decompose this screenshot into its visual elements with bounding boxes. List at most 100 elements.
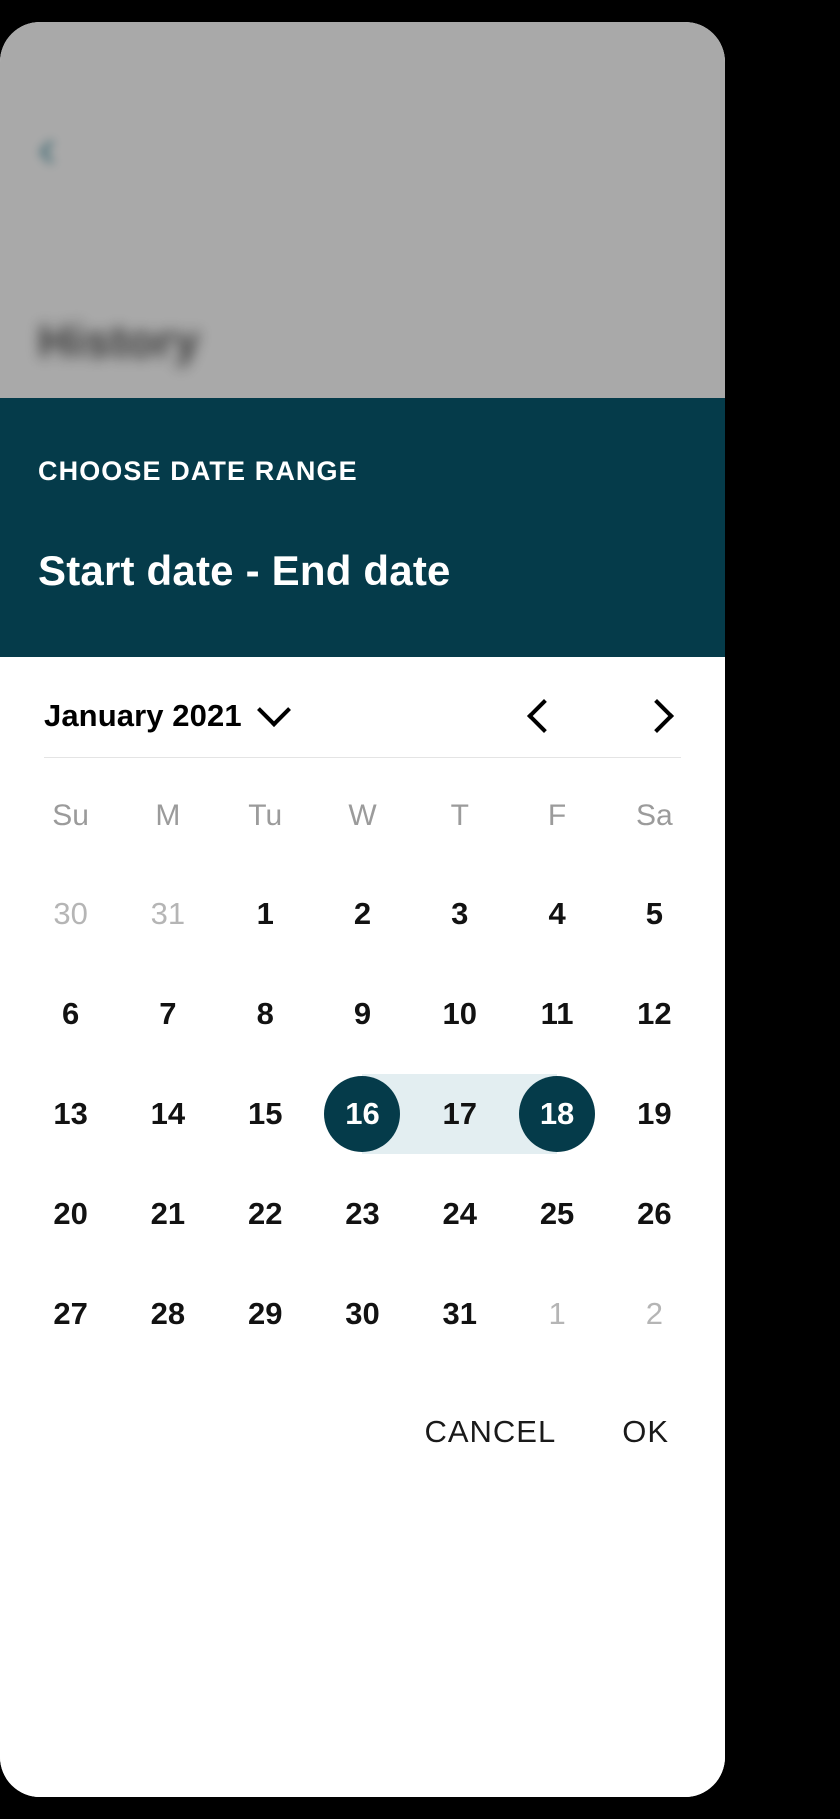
calendar-day[interactable]: 29 [227, 1276, 303, 1352]
calendar-day[interactable]: 18 [519, 1076, 596, 1152]
calendar-day-cell[interactable]: 24 [411, 1164, 508, 1264]
weekday-header-row: Su M Tu W T F Sa [22, 768, 703, 864]
calendar-day[interactable]: 25 [519, 1176, 595, 1252]
calendar-day[interactable]: 14 [130, 1076, 206, 1152]
weekday-label: Su [52, 799, 89, 832]
calendar-day-cell[interactable]: 2 [606, 1264, 703, 1364]
chevron-right-icon[interactable] [639, 695, 681, 737]
calendar-day[interactable]: 1 [227, 876, 303, 952]
calendar-day[interactable]: 2 [324, 876, 400, 952]
calendar-day[interactable]: 28 [130, 1276, 206, 1352]
calendar-day[interactable]: 9 [324, 976, 400, 1052]
calendar-day[interactable]: 27 [33, 1276, 109, 1352]
calendar-day[interactable]: 8 [227, 976, 303, 1052]
calendar-day[interactable]: 30 [324, 1276, 400, 1352]
calendar-day-cell[interactable]: 21 [119, 1164, 216, 1264]
calendar-day-cell[interactable]: 10 [411, 964, 508, 1064]
month-year-dropdown[interactable]: January 2021 [44, 692, 291, 734]
calendar-day[interactable]: 10 [422, 976, 498, 1052]
calendar-day-cell[interactable]: 14 [119, 1064, 216, 1164]
calendar-day-cell[interactable]: 25 [508, 1164, 605, 1264]
dialog-footer: CANCEL OK [0, 1364, 725, 1460]
calendar-day[interactable]: 12 [616, 976, 692, 1052]
calendar-day[interactable]: 7 [130, 976, 206, 1052]
calendar-day-cell[interactable]: 29 [217, 1264, 314, 1364]
calendar-day[interactable]: 30 [33, 876, 109, 952]
calendar-day-cell[interactable]: 23 [314, 1164, 411, 1264]
calendar-day[interactable]: 16 [324, 1076, 401, 1152]
calendar-day-cell[interactable]: 11 [508, 964, 605, 1064]
calendar-day-cell[interactable]: 16 [314, 1064, 412, 1164]
weekday-label: M [155, 799, 181, 832]
calendar-day-cell[interactable]: 31 [119, 864, 216, 964]
calendar-day-cell[interactable]: 2 [314, 864, 411, 964]
weekday-label: F [547, 799, 567, 832]
weekday-label: Tu [248, 799, 283, 832]
calendar-day[interactable]: 23 [324, 1176, 400, 1252]
calendar-day-cell[interactable]: 20 [22, 1164, 119, 1264]
calendar-day-cell[interactable]: 22 [217, 1164, 314, 1264]
calendar-day-cell[interactable]: 18 [508, 1064, 605, 1164]
calendar-day-cell[interactable]: 13 [22, 1064, 119, 1164]
calendar-week-row: 30 31 1 2 3 4 5 [22, 864, 703, 964]
calendar-week-row: 20 21 22 23 24 25 26 [22, 1164, 703, 1264]
weekday-label: W [348, 799, 377, 832]
calendar-day[interactable]: 17 [422, 1076, 498, 1152]
ok-button[interactable]: OK [618, 1404, 673, 1460]
phone-frame: ‹ History CHOOSE DATE RANGE Start date -… [0, 0, 840, 1819]
calendar-day[interactable]: 24 [422, 1176, 498, 1252]
phone-screen: ‹ History CHOOSE DATE RANGE Start date -… [0, 22, 725, 1797]
calendar-day[interactable]: 13 [33, 1076, 109, 1152]
calendar-day-cell[interactable]: 12 [606, 964, 703, 1064]
calendar-day[interactable]: 31 [130, 876, 206, 952]
calendar-day-cell[interactable]: 26 [606, 1164, 703, 1264]
back-arrow-icon: ‹ [38, 118, 56, 178]
calendar-day[interactable]: 3 [422, 876, 498, 952]
calendar-day-cell[interactable]: 19 [606, 1064, 703, 1164]
calendar-week-row: 27 28 29 30 31 1 2 [22, 1264, 703, 1364]
weekday-label: Sa [635, 799, 673, 832]
calendar-day[interactable]: 22 [227, 1176, 303, 1252]
calendar-day-cell[interactable]: 28 [119, 1264, 216, 1364]
dialog-header: CHOOSE DATE RANGE Start date - End date [0, 398, 725, 657]
month-year-label: January 2021 [44, 698, 242, 733]
calendar-day[interactable]: 15 [227, 1076, 303, 1152]
calendar-day[interactable]: 31 [422, 1276, 498, 1352]
calendar-day-cell[interactable]: 6 [22, 964, 119, 1064]
calendar-day-cell[interactable]: 30 [314, 1264, 411, 1364]
calendar-day[interactable]: 21 [130, 1176, 206, 1252]
calendar-day-cell[interactable]: 7 [119, 964, 216, 1064]
calendar-day-cell[interactable]: 4 [508, 864, 605, 964]
calendar-day-cell[interactable]: 31 [411, 1264, 508, 1364]
calendar-day[interactable]: 1 [519, 1276, 595, 1352]
calendar-day[interactable]: 2 [616, 1276, 692, 1352]
backdrop-page-title: History [38, 315, 200, 367]
date-range-picker-dialog: CHOOSE DATE RANGE Start date - End date … [0, 398, 725, 1797]
month-navigation-bar: January 2021 [44, 675, 681, 757]
calendar-day-cell[interactable]: 3 [411, 864, 508, 964]
month-nav-buttons [519, 695, 681, 737]
chevron-down-icon[interactable] [256, 692, 291, 727]
calendar-day-cell[interactable]: 15 [217, 1064, 314, 1164]
calendar-day-cell[interactable]: 27 [22, 1264, 119, 1364]
calendar-weeks: 30 31 1 2 3 4 5 6 7 8 9 10 11 12 13 14 15 16 17 18 19 20 21 22 2… [22, 864, 703, 1364]
calendar-day[interactable]: 4 [519, 876, 595, 952]
cancel-button[interactable]: CANCEL [420, 1404, 560, 1460]
calendar-day[interactable]: 20 [33, 1176, 109, 1252]
calendar-day-cell[interactable]: 5 [606, 864, 703, 964]
dialog-title: Start date - End date [38, 547, 451, 594]
chevron-left-icon[interactable] [519, 695, 561, 737]
calendar-day-cell[interactable]: 1 [508, 1264, 605, 1364]
calendar-day[interactable]: 6 [33, 976, 109, 1052]
calendar-day[interactable]: 5 [616, 876, 692, 952]
dialog-overline: CHOOSE DATE RANGE [38, 456, 358, 486]
calendar-day-cell[interactable]: 30 [22, 864, 119, 964]
calendar-day[interactable]: 26 [616, 1176, 692, 1252]
weekday-label: T [450, 799, 469, 832]
calendar-day[interactable]: 19 [616, 1076, 692, 1152]
calendar-day-cell[interactable]: 8 [217, 964, 314, 1064]
calendar-day-cell[interactable]: 1 [217, 864, 314, 964]
calendar-day[interactable]: 11 [519, 976, 595, 1052]
calendar-day-cell[interactable]: 17 [411, 1064, 509, 1164]
calendar-day-cell[interactable]: 9 [314, 964, 411, 1064]
